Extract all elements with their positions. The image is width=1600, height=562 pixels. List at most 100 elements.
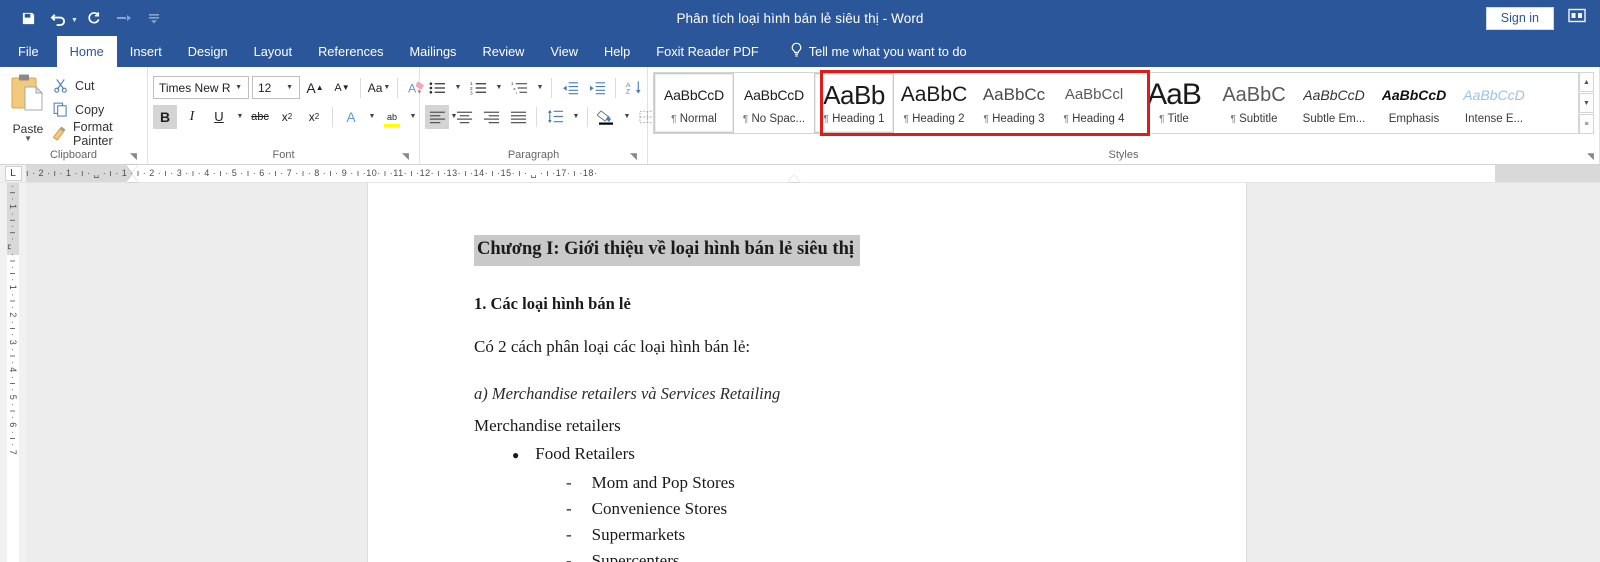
font-name-dropdown-icon[interactable]: ▼: [231, 84, 246, 91]
multilevel-list-button[interactable]: 1ai: [507, 76, 531, 100]
style-heading-3[interactable]: AaBbCc ¶ Heading 3: [974, 73, 1054, 133]
tab-mailings-label: Mailings: [409, 44, 457, 59]
align-right-button[interactable]: [479, 105, 503, 129]
dash-bullet-icon: -: [566, 473, 572, 493]
tab-stop-selector-icon[interactable]: L: [4, 166, 22, 181]
strikethrough-button[interactable]: abc: [248, 105, 272, 129]
decrease-indent-button[interactable]: [558, 76, 582, 100]
font-name-combo[interactable]: Times New Ro ▼: [153, 76, 249, 99]
style-subtitle[interactable]: AaBbC ¶ Subtitle: [1214, 73, 1294, 133]
bold-button[interactable]: B: [153, 104, 177, 129]
style-heading-2[interactable]: AaBbC ¶ Heading 2: [894, 73, 974, 133]
style-subtle-emphasis[interactable]: AaBbCcD Subtle Em...: [1294, 73, 1374, 133]
align-left-button[interactable]: [425, 104, 449, 129]
tab-review[interactable]: Review: [469, 36, 537, 67]
style-intense-emphasis[interactable]: AaBbCcD Intense E...: [1454, 73, 1534, 133]
style-heading-1[interactable]: AaBb ¶ Heading 1: [814, 73, 894, 133]
line-spacing-button[interactable]: [543, 105, 567, 129]
tab-insert[interactable]: Insert: [117, 36, 175, 67]
clipboard-group-label-text: Clipboard: [49, 149, 98, 161]
styles-dialog-launcher[interactable]: ◥: [1585, 151, 1596, 162]
text-effects-button[interactable]: A: [339, 105, 363, 129]
font-dialog-launcher[interactable]: ◥: [400, 151, 411, 162]
tab-view[interactable]: View: [537, 36, 591, 67]
justify-button[interactable]: [506, 105, 530, 129]
align-center-button[interactable]: [452, 105, 476, 129]
first-line-indent-marker[interactable]: [126, 165, 138, 172]
styles-scroll-up-button[interactable]: ▲: [1579, 72, 1594, 92]
numbering-dropdown-icon[interactable]: ▼: [493, 76, 504, 100]
superscript-button[interactable]: x2: [302, 105, 326, 129]
text-highlight-dropdown-icon[interactable]: ▼: [407, 105, 418, 129]
font-size-value: 12: [258, 80, 272, 95]
cut-button[interactable]: Cut: [51, 75, 142, 96]
styles-gallery-scroll: ▲ ▼ ≡: [1579, 72, 1594, 135]
paste-button[interactable]: Paste ▼: [5, 71, 51, 143]
paste-dropdown-icon[interactable]: ▼: [24, 135, 32, 143]
text-effects-dropdown-icon[interactable]: ▼: [366, 105, 377, 129]
font-size-dropdown-icon[interactable]: ▼: [282, 84, 297, 91]
tab-help[interactable]: Help: [591, 36, 643, 67]
style-title[interactable]: AaB ¶ Title: [1134, 73, 1214, 133]
document-page[interactable]: Chương I: Giới thiệu về loại hình bán lẻ…: [368, 183, 1246, 562]
subscript-button[interactable]: x2: [275, 105, 299, 129]
vertical-ruler[interactable]: · ı · 1 · ı · ı · ␣ · ı · ı · 1 · ı · 2 …: [0, 183, 26, 562]
bullets-button[interactable]: [425, 76, 449, 100]
paragraph-dialog-launcher[interactable]: ◥: [628, 151, 639, 162]
multilevel-list-dropdown-icon[interactable]: ▼: [534, 76, 545, 100]
style-heading-4[interactable]: AaBbCcl ¶ Heading 4: [1054, 73, 1134, 133]
shading-button[interactable]: [594, 105, 618, 129]
bullets-dropdown-icon[interactable]: ▼: [452, 76, 463, 100]
touch-mode-icon[interactable]: [110, 5, 138, 31]
sort-button[interactable]: AZ: [622, 76, 646, 100]
tab-home[interactable]: Home: [56, 36, 117, 67]
grow-font-button[interactable]: A ▲: [303, 76, 327, 100]
undo-dropdown-icon[interactable]: ▼: [71, 17, 78, 24]
tab-file[interactable]: File: [0, 36, 57, 67]
styles-more-button[interactable]: ≡: [1579, 114, 1594, 134]
style-no-spacing[interactable]: AaBbCcD ¶ No Spac...: [734, 73, 814, 133]
document-body[interactable]: Chương I: Giới thiệu về loại hình bán lẻ…: [474, 235, 1154, 562]
save-icon[interactable]: [14, 5, 42, 31]
document-heading-1: Chương I: Giới thiệu về loại hình bán lẻ…: [474, 235, 861, 267]
change-case-button[interactable]: Aa ▼: [367, 76, 391, 100]
undo-icon[interactable]: [44, 5, 72, 31]
tab-help-label: Help: [603, 44, 631, 59]
numbering-button[interactable]: 123: [466, 76, 490, 100]
ribbon-display-options-icon[interactable]: [1568, 8, 1586, 28]
style-normal[interactable]: AaBbCcD ¶ Normal: [654, 73, 734, 133]
tell-me-search[interactable]: Tell me what you want to do: [772, 36, 967, 67]
clipboard-dialog-launcher[interactable]: ◥: [128, 151, 139, 162]
tab-layout[interactable]: Layout: [241, 36, 305, 67]
tab-mailings[interactable]: Mailings: [397, 36, 470, 67]
tab-references[interactable]: References: [305, 36, 396, 67]
underline-button[interactable]: U: [207, 105, 231, 129]
italic-button[interactable]: I: [180, 105, 204, 129]
right-indent-marker[interactable]: [788, 175, 800, 182]
tab-design[interactable]: Design: [175, 36, 241, 67]
underline-dropdown-icon[interactable]: ▼: [234, 105, 245, 129]
horizontal-ruler-bar: L ı · 2 · ı · 1 · ı · ␣ · ı · 1 · ı · 2 …: [0, 165, 1600, 183]
style-emphasis[interactable]: AaBbCcD Emphasis: [1374, 73, 1454, 133]
tab-stop-selector[interactable]: L: [0, 165, 26, 182]
format-painter-button[interactable]: Format Painter: [51, 120, 142, 148]
increase-indent-button[interactable]: [585, 76, 609, 100]
line-spacing-dropdown-icon[interactable]: ▼: [570, 105, 581, 129]
tab-foxit-reader-pdf[interactable]: Foxit Reader PDF: [643, 36, 771, 67]
shading-dropdown-icon[interactable]: ▼: [621, 105, 632, 129]
horizontal-ruler[interactable]: ı · 2 · ı · 1 · ı · ␣ · ı · 1 · ı · 2 · …: [26, 165, 1600, 182]
shrink-font-button[interactable]: A ▼: [330, 76, 354, 100]
redo-icon[interactable]: [80, 5, 108, 31]
left-indent-marker[interactable]: [126, 175, 138, 182]
sign-in-button[interactable]: Sign in: [1485, 6, 1554, 30]
customize-quick-access-toolbar-icon[interactable]: [140, 5, 168, 31]
style-heading-1-name: Heading 1: [832, 112, 885, 125]
clipboard-group-label: Clipboard ◥: [5, 147, 142, 164]
style-no-spacing-name: No Spac...: [751, 112, 806, 125]
styles-scroll-down-button[interactable]: ▼: [1579, 93, 1594, 113]
font-size-combo[interactable]: 12 ▼: [252, 76, 300, 99]
text-highlight-color-button[interactable]: ab: [380, 105, 404, 129]
style-title-label: ¶ Title: [1159, 112, 1189, 125]
copy-button[interactable]: Copy: [51, 99, 142, 120]
style-no-spacing-label: ¶ No Spac...: [742, 112, 806, 125]
